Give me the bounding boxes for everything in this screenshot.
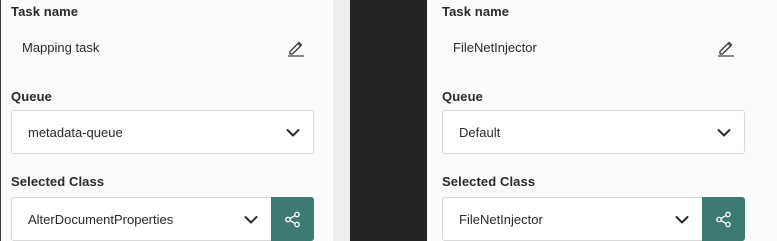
class-select[interactable]: FileNetInjector xyxy=(442,197,703,241)
edit-task-name-button[interactable] xyxy=(285,36,307,58)
share-class-button[interactable] xyxy=(271,197,314,241)
chevron-down-icon xyxy=(286,129,300,137)
class-select-value: AlterDocumentProperties xyxy=(28,212,174,227)
queue-select-value: Default xyxy=(459,125,501,140)
queue-label: Queue xyxy=(442,89,483,104)
queue-label: Queue xyxy=(11,89,52,104)
chevron-down-icon xyxy=(675,216,689,224)
share-icon xyxy=(285,211,300,228)
share-icon xyxy=(716,211,731,228)
pencil-icon xyxy=(288,41,304,57)
class-select[interactable]: AlterDocumentProperties xyxy=(11,197,272,241)
selected-class-label: Selected Class xyxy=(442,174,536,189)
share-class-button[interactable] xyxy=(702,197,745,241)
task-name-label: Task name xyxy=(11,4,79,19)
chevron-down-icon xyxy=(717,129,731,137)
queue-select[interactable]: Default xyxy=(442,110,745,154)
queue-select[interactable]: metadata-queue xyxy=(11,110,314,154)
queue-select-value: metadata-queue xyxy=(28,125,123,140)
task-name-value: Mapping task xyxy=(22,40,100,55)
selected-class-label: Selected Class xyxy=(11,174,105,189)
divider xyxy=(350,0,427,241)
right-task-panel: Task name FileNetInjector Queue Default … xyxy=(427,0,777,241)
edit-task-name-button[interactable] xyxy=(715,36,737,58)
class-select-value: FileNetInjector xyxy=(459,212,543,227)
task-name-label: Task name xyxy=(442,4,510,19)
left-task-panel: Task name Mapping task Queue metadata-qu… xyxy=(0,0,333,241)
panel-edge xyxy=(333,0,350,241)
task-name-value: FileNetInjector xyxy=(453,40,537,55)
pencil-icon xyxy=(718,41,734,57)
chevron-down-icon xyxy=(244,216,258,224)
